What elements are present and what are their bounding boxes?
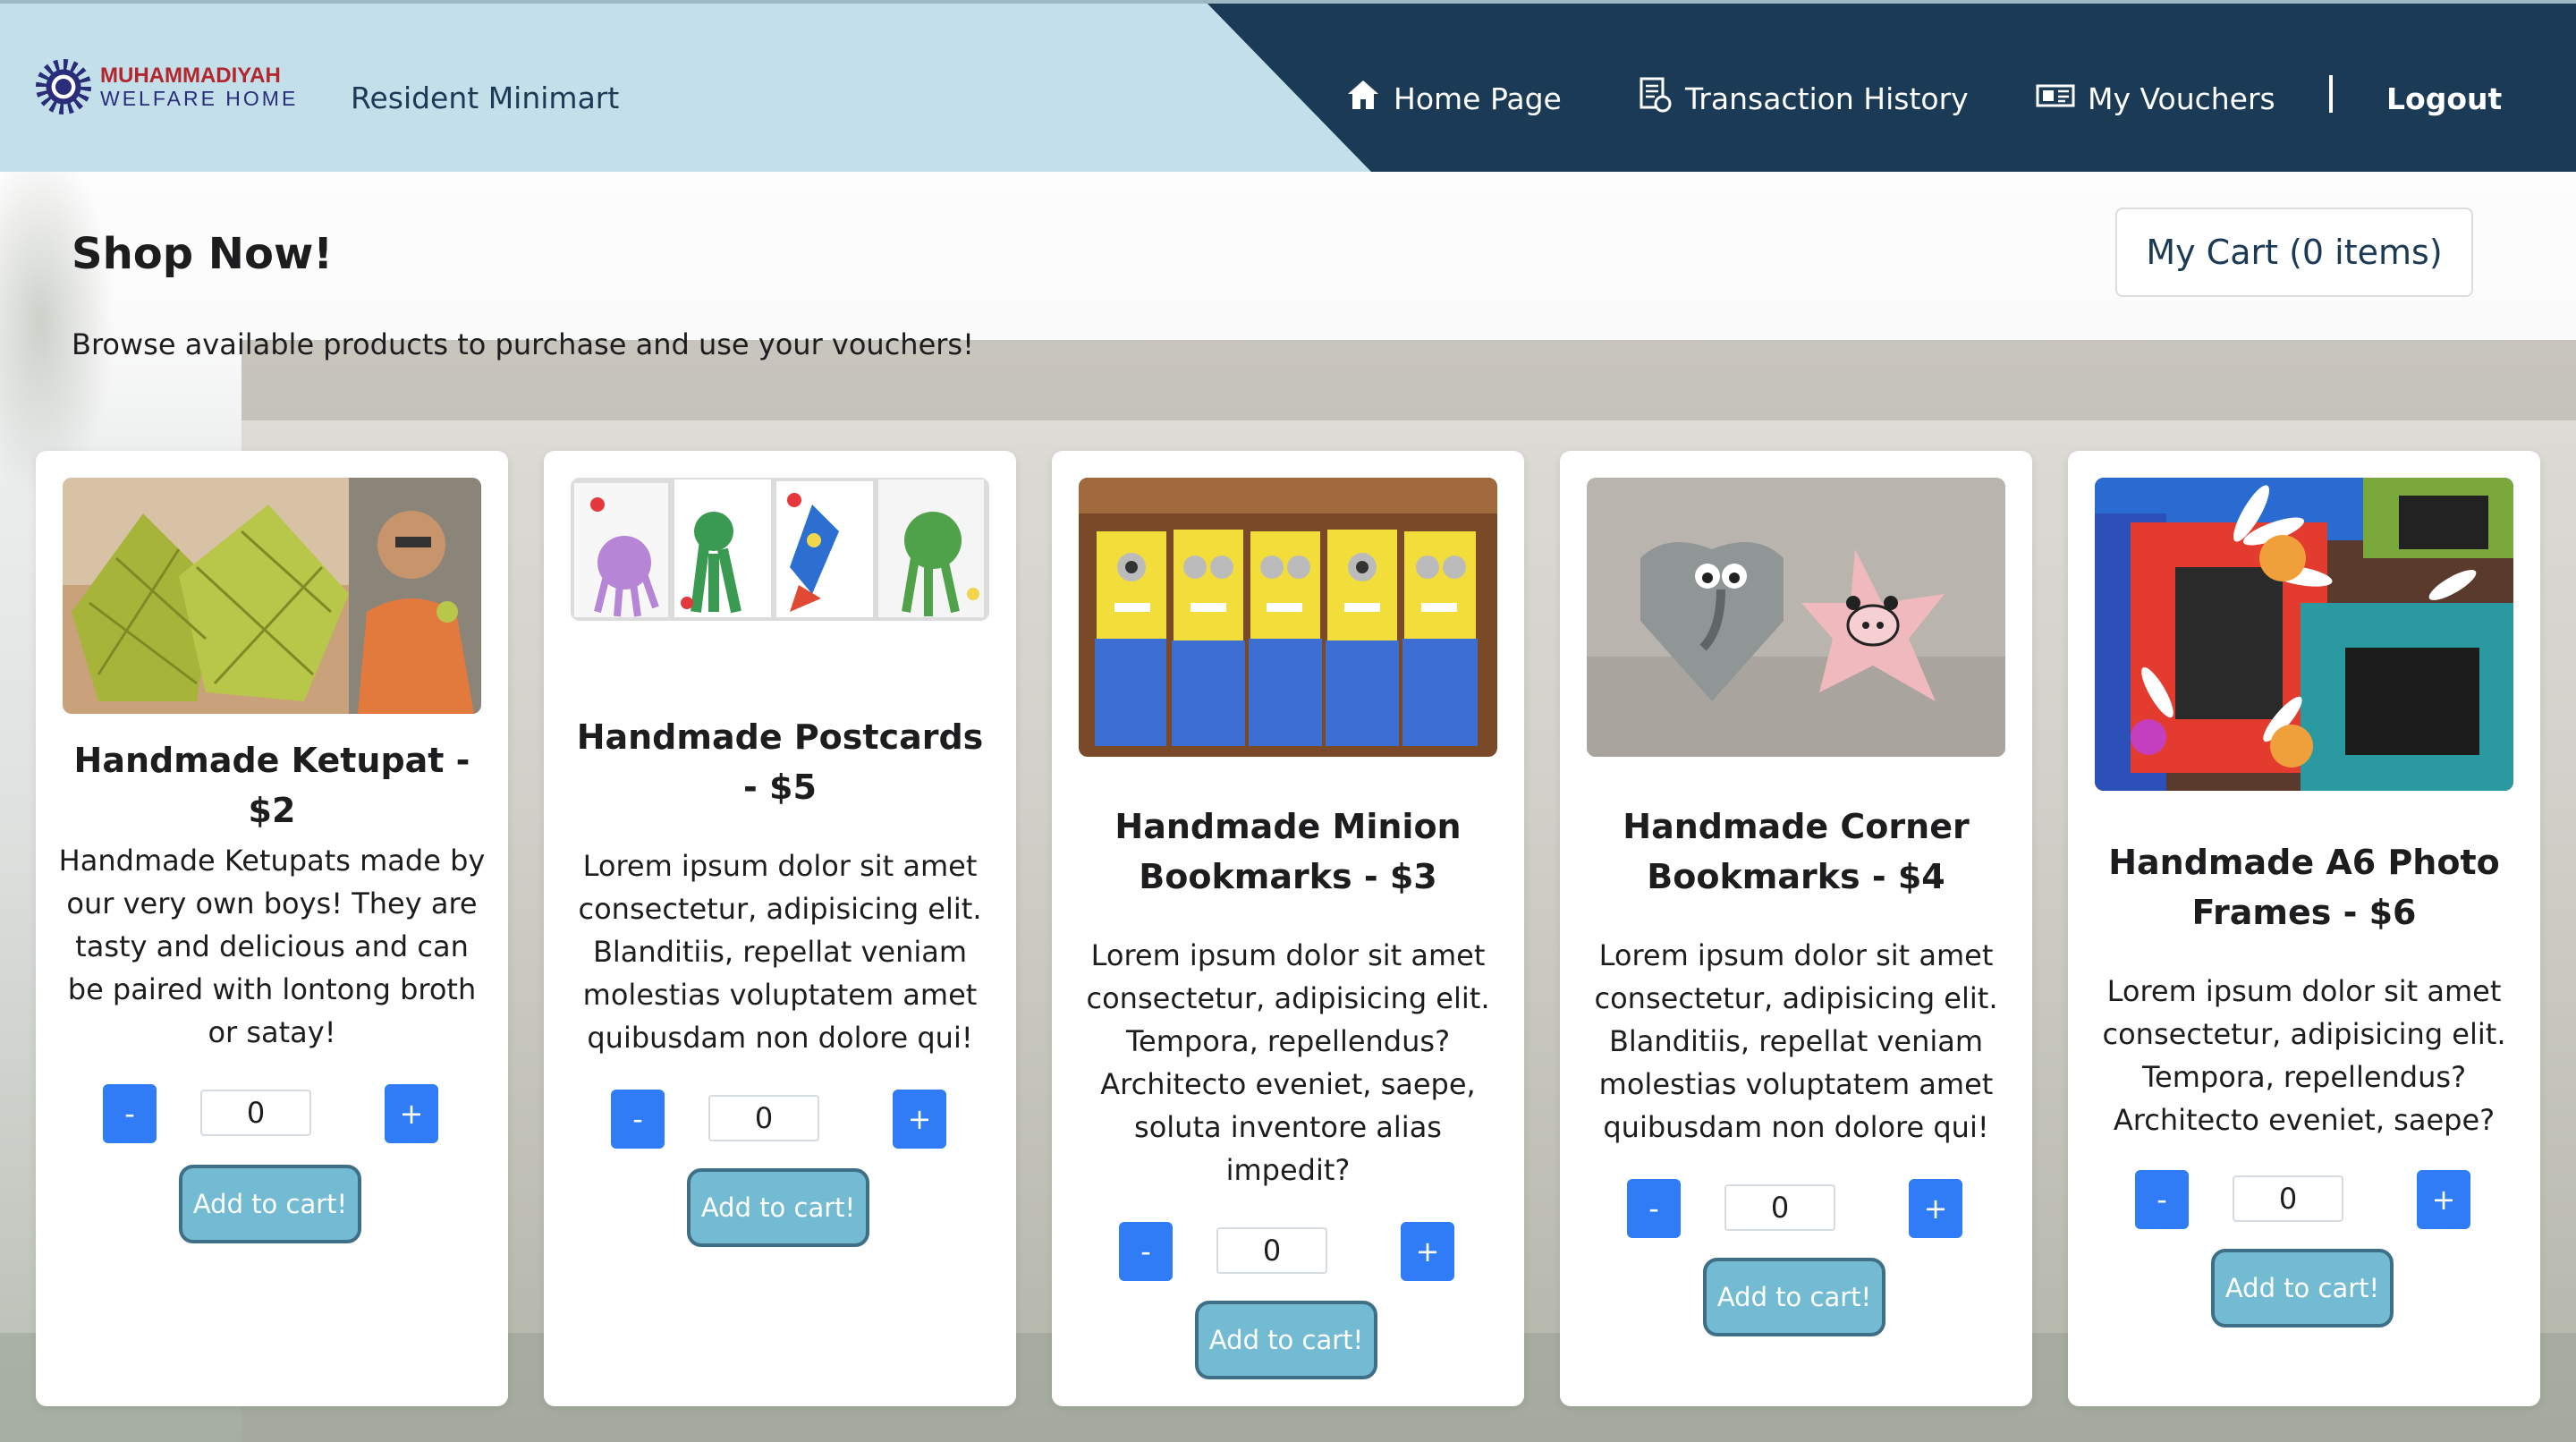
page-title: Shop Now! <box>72 229 334 279</box>
nav-home-label: Home Page <box>1394 81 1562 116</box>
product-image <box>1587 478 2005 757</box>
nav-vouchers-link[interactable]: My Vouchers <box>2036 77 2275 120</box>
my-cart-button[interactable]: My Cart (0 items) <box>2115 208 2473 297</box>
receipt-icon <box>1637 76 1673 121</box>
product-card: Handmade Minion Bookmarks - $3 Lorem ips… <box>1052 451 1524 1406</box>
product-name: Handmade A6 Photo Frames - $6 <box>2108 843 2500 932</box>
product-name: Handmade Postcards - $5 <box>576 717 984 807</box>
logo-line-1: MUHAMMADIYAH <box>100 63 281 88</box>
product-card: Handmade Corner Bookmarks - $4 Lorem ips… <box>1560 451 2032 1406</box>
product-card: Handmade Postcards - $5 Lorem ipsum dolo… <box>544 451 1016 1406</box>
product-description: Lorem ipsum dolor sit amet consectetur, … <box>1594 938 1998 1144</box>
brand-logo[interactable]: MUHAMMADIYAH WELFARE HOME <box>36 59 298 115</box>
product-image <box>2095 478 2513 791</box>
product-card: Handmade A6 Photo Frames - $6 Lorem ipsu… <box>2068 451 2540 1406</box>
increase-quantity-button[interactable]: + <box>385 1084 438 1143</box>
decrease-quantity-button[interactable]: - <box>1119 1222 1173 1281</box>
increase-quantity-button[interactable]: + <box>1909 1179 1962 1238</box>
product-name: Handmade Corner Bookmarks - $4 <box>1623 807 1970 896</box>
add-to-cart-button[interactable]: Add to cart! <box>1703 1258 1885 1336</box>
quantity-stepper: - 0 + <box>1052 1222 1524 1281</box>
background-tree <box>0 143 116 501</box>
product-description: Lorem ipsum dolor sit amet consectetur, … <box>2102 974 2506 1137</box>
logout-link[interactable]: Logout <box>2386 77 2502 120</box>
quantity-input[interactable]: 0 <box>708 1095 819 1141</box>
quantity-input[interactable]: 0 <box>1216 1227 1327 1274</box>
nav-divider <box>2329 75 2333 113</box>
add-to-cart-button[interactable]: Add to cart! <box>687 1168 869 1247</box>
quantity-input[interactable]: 0 <box>2233 1175 2343 1222</box>
logo-text: MUHAMMADIYAH WELFARE HOME <box>100 63 299 110</box>
product-description: Handmade Ketupats made by our very own b… <box>58 844 486 1049</box>
add-to-cart-button[interactable]: Add to cart! <box>179 1165 361 1243</box>
product-image <box>63 478 481 714</box>
nav-home-link[interactable]: Home Page <box>1345 77 1562 120</box>
increase-quantity-button[interactable]: + <box>893 1090 946 1149</box>
quantity-stepper: - 0 + <box>1560 1179 2032 1238</box>
add-to-cart-button[interactable]: Add to cart! <box>1195 1301 1377 1379</box>
logo-line-2: WELFARE HOME <box>100 86 299 110</box>
decrease-quantity-button[interactable]: - <box>611 1090 665 1149</box>
product-description: Lorem ipsum dolor sit amet consectetur, … <box>578 849 982 1055</box>
product-image <box>571 478 989 621</box>
product-card: Handmade Ketupat - $2 Handmade Ketupats … <box>36 451 508 1406</box>
quantity-input[interactable]: 0 <box>1724 1184 1835 1231</box>
quantity-stepper: - 0 + <box>2068 1170 2540 1229</box>
voucher-icon <box>2036 81 2075 116</box>
product-name: Handmade Ketupat - $2 <box>73 741 470 830</box>
nav-transactions-link[interactable]: Transaction History <box>1637 77 1969 120</box>
decrease-quantity-button[interactable]: - <box>103 1084 157 1143</box>
increase-quantity-button[interactable]: + <box>1401 1222 1454 1281</box>
add-to-cart-button[interactable]: Add to cart! <box>2211 1249 2394 1327</box>
nav-vouchers-label: My Vouchers <box>2088 81 2275 116</box>
quantity-stepper: - 0 + <box>36 1084 508 1143</box>
product-image <box>1079 478 1497 757</box>
product-name: Handmade Minion Bookmarks - $3 <box>1114 807 1462 896</box>
quantity-stepper: - 0 + <box>544 1090 1016 1149</box>
quantity-input[interactable]: 0 <box>200 1090 311 1136</box>
decrease-quantity-button[interactable]: - <box>1627 1179 1681 1238</box>
logo-emblem-icon <box>36 59 91 115</box>
home-icon <box>1345 78 1381 119</box>
increase-quantity-button[interactable]: + <box>2417 1170 2470 1229</box>
nav-transactions-label: Transaction History <box>1685 81 1969 116</box>
app-title: Resident Minimart <box>351 81 620 115</box>
page-subtitle: Browse available products to purchase an… <box>72 327 974 361</box>
top-navbar: MUHAMMADIYAH WELFARE HOME Resident Minim… <box>0 0 2576 172</box>
decrease-quantity-button[interactable]: - <box>2135 1170 2189 1229</box>
product-description: Lorem ipsum dolor sit amet consectetur, … <box>1086 938 1490 1187</box>
